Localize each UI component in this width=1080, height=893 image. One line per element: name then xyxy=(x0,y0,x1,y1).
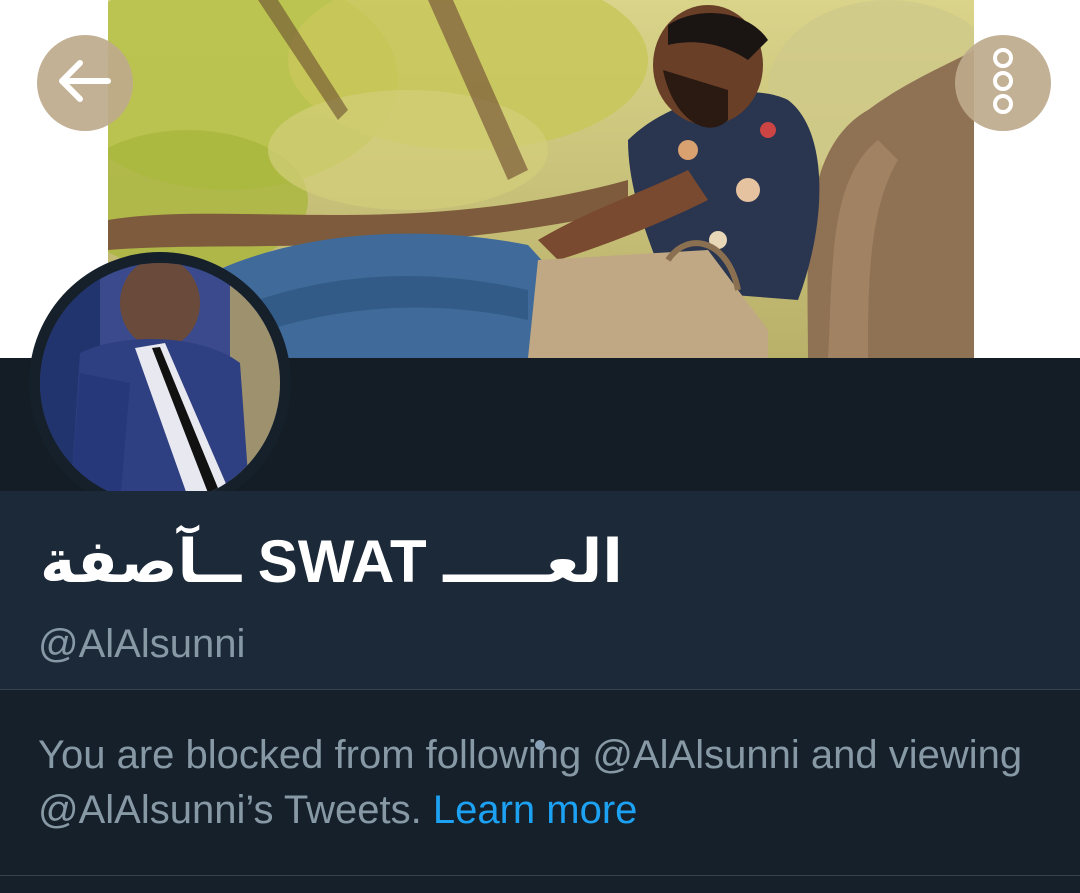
scroll-indicator xyxy=(535,740,545,750)
back-button[interactable] xyxy=(37,35,133,131)
divider xyxy=(0,875,1080,876)
user-handle: @AlAlsunni xyxy=(38,622,246,666)
avatar-image xyxy=(40,263,280,503)
display-name: العـــــ SWAT ــآصفة xyxy=(40,528,623,595)
more-options-button[interactable] xyxy=(955,35,1051,131)
more-vertical-icon xyxy=(988,47,1018,119)
avatar[interactable] xyxy=(29,252,291,514)
arrow-left-icon xyxy=(58,59,112,108)
learn-more-link[interactable]: Learn more xyxy=(433,788,638,832)
